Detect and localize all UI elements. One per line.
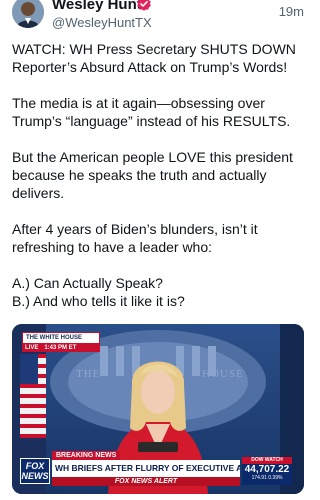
live-time: 1:43 PM ET: [44, 345, 77, 351]
post-timestamp[interactable]: 19m: [279, 4, 304, 19]
fox-news-logo: FOX NEWS: [20, 458, 50, 484]
breaking-news-label: BREAKING NEWS: [52, 451, 121, 460]
post-paragraph: WATCH: WH Press Secretary SHUTS DOWN Rep…: [12, 41, 296, 75]
post-paragraph: The media is at it again—obsessing over …: [12, 95, 291, 129]
post-paragraph: A.) Can Actually Speak? B.) And who tell…: [12, 275, 185, 309]
dow-label: DOW WATCH: [242, 457, 292, 464]
display-name[interactable]: Wesley Hunt: [52, 0, 142, 13]
white-house-label: THE WHITE HOUSE: [22, 332, 100, 344]
verified-badge-icon: [137, 0, 151, 11]
post-paragraph: But the American people LOVE this presid…: [12, 149, 293, 201]
video-player[interactable]: THE HOUSE THE WHITE HOUSE LIVE 1:43 PM E…: [12, 324, 304, 494]
post-header: Wesley Hunt @WesleyHuntTX 19m: [12, 0, 304, 30]
live-label: LIVE: [25, 345, 39, 351]
backdrop-text-left: THE: [76, 368, 101, 380]
post-text: WATCH: WH Press Secretary SHUTS DOWN Rep…: [12, 40, 308, 328]
fox-news-alert-bar: FOX NEWS ALERT: [52, 477, 240, 486]
dow-value: 44,707.22: [244, 464, 290, 475]
avatar-image: [12, 0, 44, 28]
author-handle[interactable]: @WesleyHuntTX: [52, 15, 152, 30]
post[interactable]: Wesley Hunt @WesleyHuntTX 19m WATCH: WH …: [0, 0, 316, 500]
backdrop-text-right: HOUSE: [202, 368, 244, 380]
post-paragraph: After 4 years of Biden’s blunders, isn’t…: [12, 221, 258, 255]
white-house-badge: THE WHITE HOUSE LIVE 1:43 PM ET: [22, 332, 100, 352]
avatar[interactable]: [12, 0, 44, 28]
chyron-headline: WH BRIEFS AFTER FLURRY OF EXECUTIVE ACTI…: [52, 460, 240, 477]
live-indicator: LIVE 1:43 PM ET: [22, 344, 100, 352]
dow-change: 174.91 0.39%: [251, 475, 283, 481]
dow-watch-ticker: DOW WATCH 44,707.22 174.91 0.39%: [242, 457, 292, 485]
